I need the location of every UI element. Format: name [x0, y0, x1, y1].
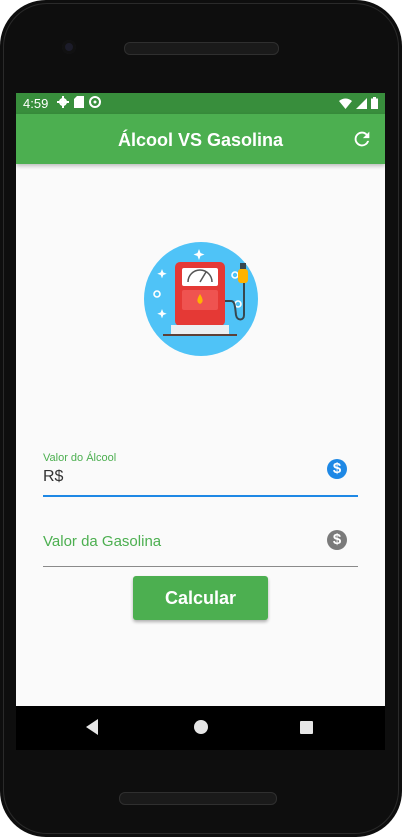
dollar-icon: $	[327, 459, 347, 479]
app-screen: 4:59 Álcool VS Gasolina Valor do Álcool …	[16, 93, 385, 706]
status-notification-icons	[57, 96, 101, 108]
calculate-button[interactable]: Calcular	[133, 576, 268, 620]
front-camera	[62, 40, 76, 54]
earpiece-speaker	[124, 42, 279, 55]
alcool-input-field[interactable]: Valor do Álcool R$ $	[43, 448, 358, 497]
status-system-icons	[339, 97, 378, 109]
battery-icon	[371, 97, 378, 109]
signal-icon	[356, 97, 367, 109]
alcool-field-label: Valor do Álcool	[43, 452, 117, 464]
sync-icon	[89, 96, 101, 108]
wifi-icon	[339, 98, 352, 109]
navigation-bar	[16, 706, 385, 750]
status-bar: 4:59	[16, 93, 385, 114]
alcool-input-value[interactable]: R$	[43, 468, 63, 486]
refresh-icon[interactable]	[351, 128, 373, 150]
back-icon[interactable]	[86, 719, 98, 735]
gear-icon	[57, 96, 69, 108]
phone-frame: 4:59 Álcool VS Gasolina Valor do Álcool …	[0, 0, 402, 837]
sd-card-icon	[74, 96, 84, 108]
recent-apps-icon[interactable]	[300, 721, 313, 734]
bottom-speaker	[119, 792, 277, 805]
app-bar: Álcool VS Gasolina	[16, 114, 385, 164]
home-icon[interactable]	[194, 720, 208, 734]
dollar-icon: $	[327, 530, 347, 550]
fuel-pump-icon	[144, 242, 258, 356]
status-time: 4:59	[23, 96, 49, 111]
app-title: Álcool VS Gasolina	[117, 130, 284, 150]
gasolina-field-label: Valor da Gasolina	[43, 533, 162, 550]
gasolina-input-field[interactable]: Valor da Gasolina $	[43, 523, 358, 567]
